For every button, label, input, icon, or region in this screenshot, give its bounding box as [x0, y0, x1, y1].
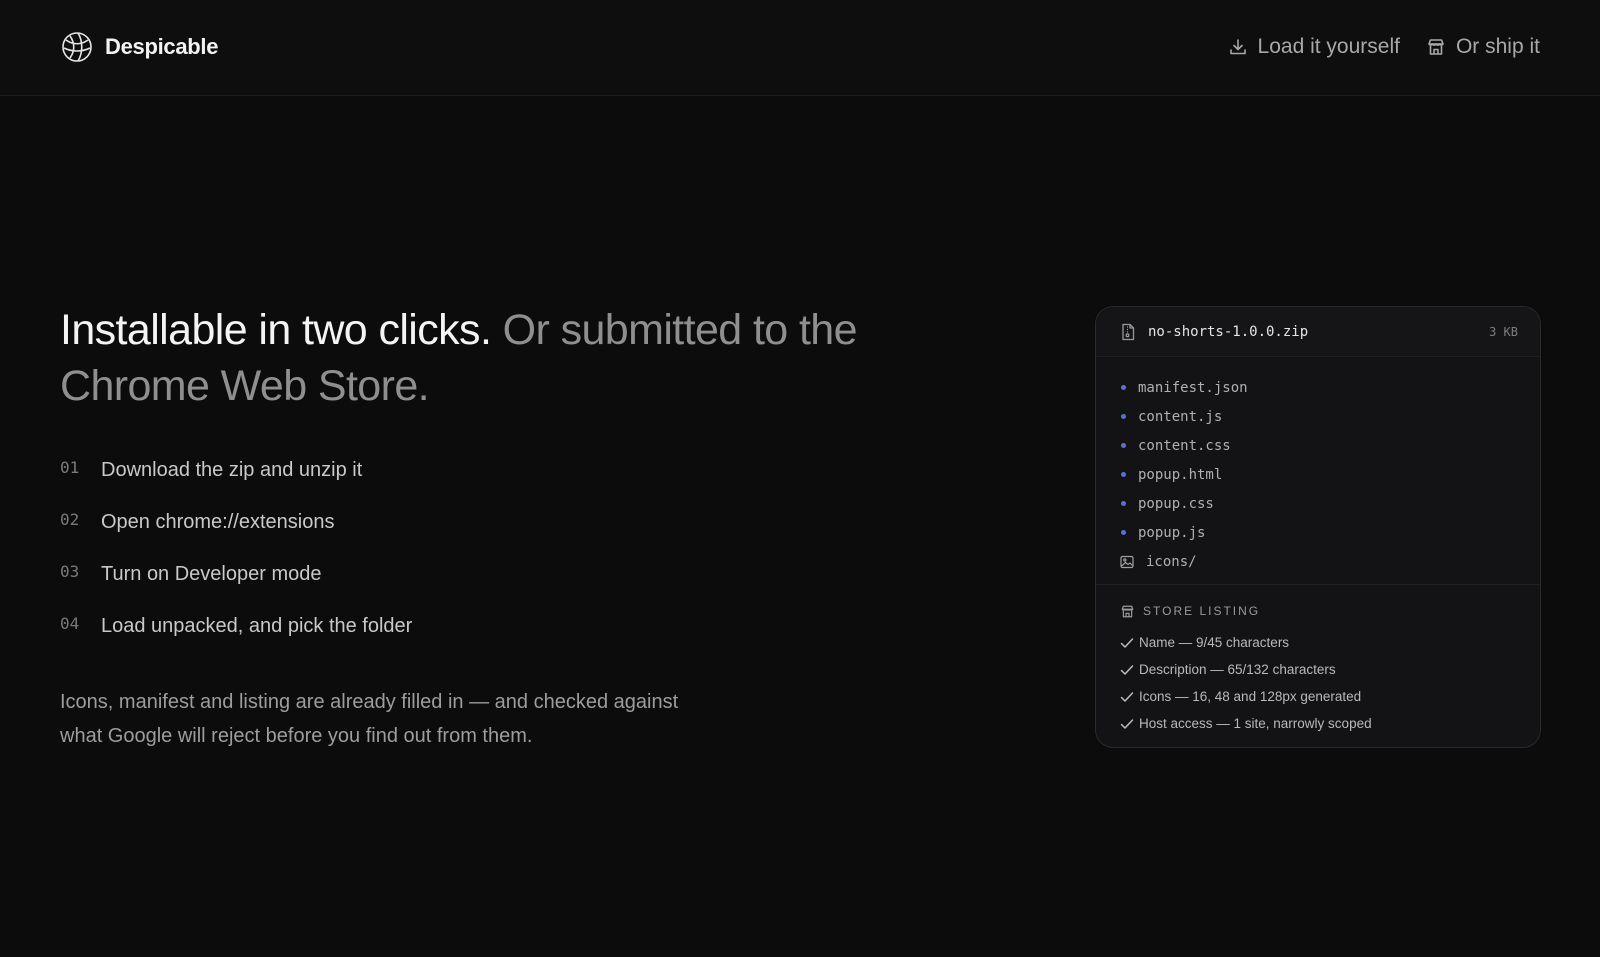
store-icon	[1428, 39, 1444, 55]
file-list: manifest.json content.js content.css pop…	[1096, 357, 1540, 585]
step-number: 04	[60, 614, 80, 633]
store-listing-section: STORE LISTING Name — 9/45 characters Des…	[1096, 585, 1540, 737]
file-bullet	[1121, 385, 1126, 390]
hero-title: Installable in two clicks. Or submitted …	[60, 302, 960, 414]
check-item: Icons — 16, 48 and 128px generated	[1120, 683, 1516, 710]
hero-title-strong: Installable in two clicks.	[60, 306, 492, 354]
step-text: Open chrome://extensions	[101, 511, 335, 533]
checkmark-icon	[1120, 637, 1134, 648]
check-text: Description — 65/132 characters	[1139, 662, 1336, 677]
file-item: manifest.json	[1120, 373, 1516, 402]
globe-logo-icon	[62, 32, 92, 62]
step-number: 02	[60, 510, 80, 529]
zip-file-icon	[1122, 323, 1135, 340]
brand[interactable]: Despicable	[61, 30, 218, 64]
folder-name: icons/	[1146, 553, 1197, 570]
checkmark-icon	[1120, 664, 1134, 675]
file-item: popup.js	[1120, 518, 1516, 547]
file-item: popup.html	[1120, 460, 1516, 489]
load-it-yourself-label: Load it yourself	[1257, 35, 1400, 58]
store-listing-header: STORE LISTING	[1120, 601, 1516, 621]
top-nav-bar: Despicable Load it yourself Or ship it	[0, 0, 1600, 96]
check-text: Host access — 1 site, narrowly scoped	[1139, 716, 1372, 731]
step-3: 03 Turn on Developer mode	[60, 559, 412, 611]
folder-item: icons/	[1120, 547, 1516, 576]
file-item: popup.css	[1120, 489, 1516, 518]
step-number: 03	[60, 562, 80, 581]
package-card-header: no-shorts-1.0.0.zip 3 KB	[1096, 307, 1540, 357]
check-text: Name — 9/45 characters	[1139, 635, 1290, 650]
load-it-yourself-link[interactable]: Load it yourself	[1228, 35, 1400, 59]
store-icon	[1121, 605, 1134, 617]
step-text: Load unpacked, and pick the folder	[101, 615, 413, 637]
hero-note: Icons, manifest and listing are already …	[60, 691, 679, 747]
step-text: Download the zip and unzip it	[101, 459, 363, 481]
step-4: 04 Load unpacked, and pick the folder	[60, 611, 412, 663]
step-2: 02 Open chrome://extensions	[60, 507, 412, 559]
header-nav: Load it yourself Or ship it	[1228, 30, 1540, 64]
file-name: popup.html	[1138, 466, 1223, 483]
step-text: Turn on Developer mode	[101, 563, 322, 585]
file-name: manifest.json	[1138, 379, 1248, 396]
or-ship-it-link[interactable]: Or ship it	[1426, 35, 1540, 59]
check-text: Icons — 16, 48 and 128px generated	[1139, 689, 1362, 704]
check-item: Host access — 1 site, narrowly scoped	[1120, 710, 1516, 737]
file-item: content.css	[1120, 431, 1516, 460]
listing-checks: Name — 9/45 characters Description — 65/…	[1120, 629, 1516, 737]
package-card: no-shorts-1.0.0.zip 3 KB manifest.json c…	[1095, 306, 1541, 748]
step-1: 01 Download the zip and unzip it	[60, 455, 412, 507]
check-item: Description — 65/132 characters	[1120, 656, 1516, 683]
check-item: Name — 9/45 characters	[1120, 629, 1516, 656]
file-name: content.js	[1138, 408, 1223, 425]
file-name: popup.js	[1138, 524, 1206, 541]
brand-name: Despicable	[105, 34, 219, 59]
file-bullet	[1121, 472, 1126, 477]
install-steps: 01 Download the zip and unzip it 02 Open…	[60, 455, 412, 663]
file-bullet	[1121, 530, 1126, 535]
image-folder-icon	[1120, 555, 1134, 568]
file-name: content.css	[1138, 437, 1231, 454]
file-bullet	[1121, 414, 1126, 419]
step-number: 01	[60, 458, 80, 477]
store-listing-title: STORE LISTING	[1143, 604, 1261, 618]
or-ship-it-label: Or ship it	[1455, 35, 1540, 58]
zip-size: 3 KB	[1489, 324, 1518, 339]
file-item: content.js	[1120, 402, 1516, 431]
checkmark-icon	[1120, 691, 1134, 702]
checkmark-icon	[1120, 718, 1134, 729]
download-icon	[1229, 39, 1246, 55]
zip-filename: no-shorts-1.0.0.zip	[1148, 323, 1309, 340]
file-bullet	[1121, 501, 1126, 506]
file-bullet	[1121, 443, 1126, 448]
file-name: popup.css	[1138, 495, 1214, 512]
